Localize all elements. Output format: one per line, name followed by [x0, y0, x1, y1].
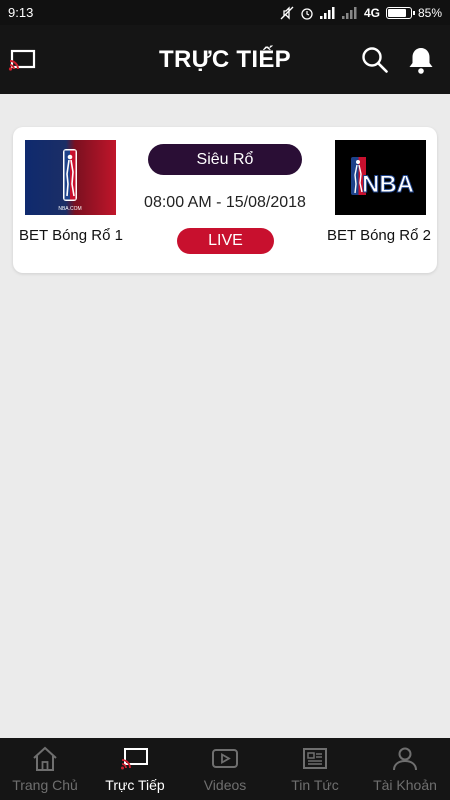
network-type: 4G	[363, 5, 380, 20]
nav-label-live: Trực Tiếp	[105, 777, 165, 793]
nba-logo-icon: NBA.COM	[25, 140, 116, 215]
signal-icon	[319, 6, 335, 19]
battery-percent: 85%	[417, 5, 442, 20]
mute-icon	[280, 5, 294, 20]
alarm-icon	[301, 7, 313, 20]
bell-icon[interactable]	[406, 45, 436, 75]
nav-label-news: Tin Tức	[291, 777, 339, 793]
news-icon	[303, 748, 327, 769]
match-datetime: 08:00 AM - 15/08/2018	[144, 194, 306, 211]
status-icons: 4G 85%	[280, 6, 442, 20]
nav-news[interactable]: Tin Tức	[270, 738, 360, 800]
nav-account[interactable]: Tài Khoản	[360, 738, 450, 800]
app-bar: TRỰC TIẾP	[0, 25, 450, 94]
home-icon	[33, 746, 57, 771]
nav-label-home: Trang Chủ	[12, 777, 78, 793]
nav-label-account: Tài Khoản	[373, 777, 437, 793]
away-team-name: BET Bóng Rổ 2	[327, 227, 431, 244]
battery-icon	[385, 6, 415, 19]
svg-text:NBA.COM: NBA.COM	[58, 206, 81, 212]
live-tv-icon	[121, 748, 148, 770]
home-team-name: BET Bóng Rổ 1	[19, 227, 123, 244]
nav-home[interactable]: Trang Chủ	[0, 738, 90, 800]
signal-icon-2	[341, 6, 357, 19]
league-badge: Siêu Rổ	[148, 144, 302, 175]
svg-text:NBA: NBA	[362, 171, 414, 198]
match-card[interactable]: NBA.COM BET Bóng Rổ 1 Siêu Rổ 08:00 AM -…	[13, 127, 437, 273]
video-play-icon	[212, 749, 238, 768]
battery-level	[387, 8, 406, 17]
away-team-logo: NBA	[335, 140, 426, 215]
page-title: TRỰC TIẾP	[159, 45, 291, 73]
nba-logo-icon: NBA	[335, 140, 426, 215]
status-time: 9:13	[8, 5, 34, 20]
search-icon[interactable]	[361, 46, 389, 74]
nav-label-videos: Videos	[203, 777, 247, 793]
nav-videos[interactable]: Videos	[180, 738, 270, 800]
nav-live[interactable]: Trực Tiếp	[90, 738, 180, 800]
account-icon	[393, 747, 417, 771]
home-team-logo: NBA.COM	[25, 140, 116, 215]
status-bar: 9:13 4G 85%	[0, 0, 450, 25]
live-badge[interactable]: LIVE	[177, 228, 274, 254]
cast-icon[interactable]	[8, 49, 36, 71]
bottom-navigation: Trang Chủ Trực Tiếp Videos Tin Tức Tài K…	[0, 738, 450, 800]
